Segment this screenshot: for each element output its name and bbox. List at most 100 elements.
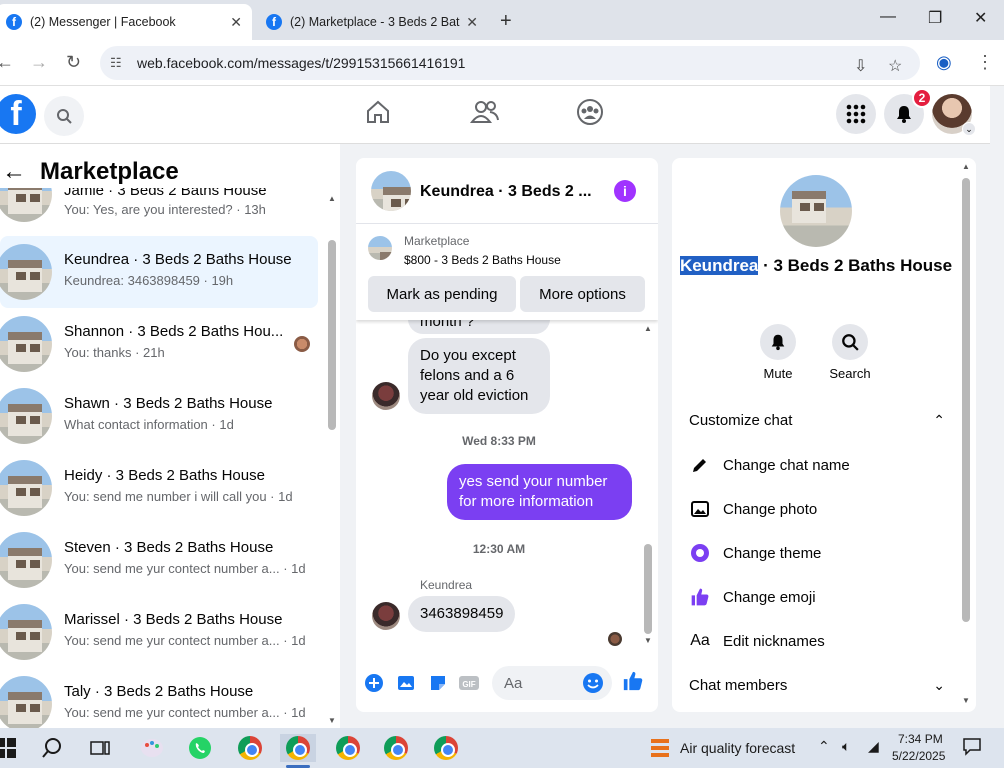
conversation-item[interactable]: Taly · 3 Beds 2 Baths House You: send me… bbox=[0, 668, 318, 728]
search-icon[interactable] bbox=[38, 734, 66, 762]
scroll-up-icon[interactable]: ▲ bbox=[962, 162, 970, 171]
menu-button[interactable] bbox=[836, 94, 876, 134]
search-button[interactable] bbox=[44, 96, 84, 136]
scroll-down-icon[interactable]: ▼ bbox=[328, 716, 336, 725]
bookmark-star-icon[interactable]: ☆ bbox=[888, 56, 902, 76]
photo-upload-icon[interactable] bbox=[395, 672, 417, 694]
scroll-down-icon[interactable]: ▼ bbox=[962, 696, 970, 705]
conversation-scrollbar[interactable]: ▲ ▼ bbox=[328, 194, 336, 728]
nickname-icon: Aa bbox=[690, 632, 710, 649]
sender-name: Keundrea bbox=[420, 578, 473, 592]
clock-time[interactable]: 7:34 PM bbox=[898, 732, 943, 746]
conversation-item[interactable]: Steven · 3 Beds 2 Baths House You: send … bbox=[0, 524, 318, 596]
task-view-icon[interactable] bbox=[86, 734, 114, 762]
tab-messenger[interactable]: f (2) Messenger | Facebook ✕ bbox=[0, 4, 252, 40]
change-theme-option[interactable]: Change theme bbox=[689, 539, 945, 567]
tray-chevron-up-icon[interactable]: ⌃ bbox=[818, 738, 830, 755]
conversation-item[interactable]: Shannon · 3 Beds 2 Baths Hou... You: tha… bbox=[0, 308, 318, 380]
scrollbar-thumb[interactable] bbox=[328, 240, 336, 430]
groups-icon[interactable] bbox=[576, 98, 604, 126]
page-scrollbar[interactable] bbox=[990, 86, 1004, 728]
scroll-down-icon[interactable]: ▼ bbox=[644, 636, 652, 645]
friends-icon[interactable] bbox=[470, 98, 500, 126]
chrome-window-icon[interactable] bbox=[432, 734, 460, 762]
url-field[interactable]: ☷ web.facebook.com/messages/t/2991531566… bbox=[100, 46, 920, 80]
thumbs-up-icon[interactable] bbox=[622, 670, 644, 692]
wifi-icon[interactable]: ◢ bbox=[868, 738, 879, 755]
notifications-button[interactable]: 2 bbox=[884, 88, 932, 134]
edit-nicknames-option[interactable]: Aa Edit nicknames bbox=[689, 627, 945, 655]
panel-title: Marketplace bbox=[40, 158, 179, 185]
home-icon[interactable] bbox=[364, 98, 392, 126]
facebook-logo-icon[interactable]: f bbox=[0, 94, 36, 134]
mark-pending-button[interactable]: Mark as pending bbox=[368, 276, 516, 312]
paint-app-icon[interactable] bbox=[138, 734, 166, 762]
info-icon[interactable]: i bbox=[614, 180, 636, 202]
grid-menu-icon bbox=[846, 104, 866, 124]
site-info-icon[interactable]: ☷ bbox=[110, 55, 122, 71]
conversation-item[interactable]: Keundrea · 3 Beds 2 Baths House Keundrea… bbox=[0, 236, 318, 308]
conversation-item[interactable]: Shawn · 3 Beds 2 Baths House What contac… bbox=[0, 380, 318, 452]
air-quality-icon[interactable] bbox=[646, 734, 674, 762]
close-tab-icon[interactable]: ✕ bbox=[466, 14, 478, 31]
chat-profile-photo[interactable] bbox=[780, 175, 852, 247]
conversation-item[interactable]: Marissel · 3 Beds 2 Baths House You: sen… bbox=[0, 596, 318, 668]
scroll-up-icon[interactable]: ▲ bbox=[328, 194, 336, 203]
scrollbar-thumb[interactable] bbox=[962, 178, 970, 622]
chrome-active-icon[interactable] bbox=[280, 734, 316, 762]
change-emoji-option[interactable]: Change emoji bbox=[689, 583, 945, 611]
browser-tab-strip: f (2) Messenger | Facebook ✕ f (2) Marke… bbox=[0, 0, 1004, 40]
reload-icon[interactable]: ↻ bbox=[66, 52, 81, 73]
chrome-profile-icon[interactable] bbox=[236, 734, 264, 762]
message-input[interactable]: Aa bbox=[492, 666, 612, 700]
search-conversation-button[interactable]: Search bbox=[820, 324, 880, 381]
sender-avatar[interactable] bbox=[372, 602, 400, 630]
gif-icon[interactable]: GIF bbox=[458, 672, 480, 694]
forward-icon[interactable]: → bbox=[30, 52, 48, 73]
listing-thumbnail bbox=[0, 244, 52, 300]
option-label: Edit nicknames bbox=[723, 632, 825, 650]
scroll-up-icon[interactable]: ▲ bbox=[644, 324, 652, 333]
account-avatar[interactable]: ⌄ bbox=[932, 94, 976, 136]
facebook-header: f 2 ⌄ bbox=[0, 86, 990, 144]
chat-scrollbar[interactable]: ▲ ▼ bbox=[642, 324, 654, 650]
listing-price-title[interactable]: $800 - 3 Beds 2 Baths House bbox=[404, 253, 561, 267]
maximize-icon[interactable]: ❐ bbox=[928, 8, 942, 28]
chrome-window-icon[interactable] bbox=[334, 734, 362, 762]
details-scrollbar[interactable]: ▲ ▼ bbox=[960, 160, 972, 710]
change-chat-name-option[interactable]: Change chat name bbox=[689, 451, 945, 479]
scrollbar-thumb[interactable] bbox=[644, 544, 652, 634]
chat-title[interactable]: Keundrea · 3 Beds 2 ... bbox=[420, 183, 592, 201]
change-photo-option[interactable]: Change photo bbox=[689, 495, 945, 523]
emoji-icon[interactable] bbox=[582, 672, 604, 699]
whatsapp-icon[interactable] bbox=[186, 734, 214, 762]
chat-avatar[interactable] bbox=[371, 171, 411, 211]
mute-button[interactable]: Mute bbox=[748, 324, 808, 381]
more-options-button[interactable]: More options bbox=[520, 276, 645, 312]
close-window-icon[interactable]: ✕ bbox=[974, 8, 987, 28]
weather-widget[interactable]: Air quality forecast bbox=[680, 740, 795, 756]
sender-avatar[interactable] bbox=[372, 382, 400, 410]
close-tab-icon[interactable]: ✕ bbox=[230, 14, 242, 31]
chat-members-section[interactable]: Chat members ⌄ bbox=[689, 670, 945, 700]
sticker-icon[interactable] bbox=[427, 672, 449, 694]
back-icon[interactable]: ← bbox=[0, 52, 14, 73]
volume-icon[interactable]: 🔈︎ bbox=[842, 738, 850, 755]
conversation-item[interactable]: Heidy · 3 Beds 2 Baths House You: send m… bbox=[0, 452, 318, 524]
plus-icon[interactable] bbox=[363, 672, 385, 694]
conversation-preview: You: thanks · 21h bbox=[64, 345, 165, 360]
start-icon[interactable] bbox=[0, 734, 20, 762]
install-icon[interactable]: ⇩ bbox=[854, 56, 867, 76]
tab-marketplace[interactable]: f (2) Marketplace - 3 Beds 2 Bath ✕ bbox=[256, 4, 488, 40]
minimize-icon[interactable]: — bbox=[880, 8, 896, 26]
back-arrow-icon[interactable]: ← bbox=[2, 158, 26, 186]
notification-center-icon[interactable] bbox=[962, 736, 982, 759]
section-label: Customize chat bbox=[689, 411, 793, 429]
chrome-window-icon[interactable] bbox=[382, 734, 410, 762]
customize-chat-section[interactable]: Customize chat ⌃ bbox=[689, 405, 945, 435]
profile-icon[interactable]: ◉ bbox=[936, 52, 952, 73]
menu-dots-icon[interactable]: ⋮ bbox=[976, 52, 994, 73]
new-tab-icon[interactable]: + bbox=[500, 10, 512, 33]
panel-header: ← Marketplace bbox=[0, 156, 179, 188]
clock-date[interactable]: 5/22/2025 bbox=[892, 749, 945, 763]
